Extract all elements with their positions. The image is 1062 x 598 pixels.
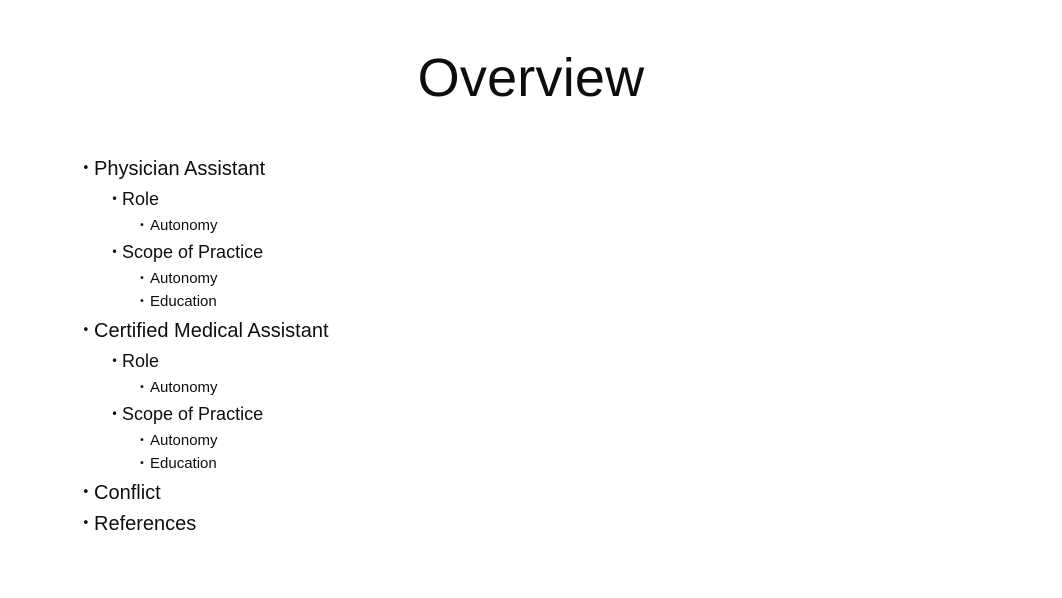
list-item-label: Conflict — [94, 482, 161, 504]
list-item-label: Autonomy — [150, 270, 218, 287]
list-item[interactable]: • References — [74, 511, 934, 542]
list-item-label: Scope of Practice — [122, 242, 264, 262]
page-title: Overview — [417, 48, 645, 108]
bullet-icon: • — [111, 407, 119, 421]
bullet-icon: • — [82, 516, 90, 531]
list-item[interactable]: • Role — [74, 349, 934, 377]
list-item-label: Autonomy — [150, 379, 218, 396]
list-item[interactable]: • Autonomy — [74, 378, 934, 401]
list-item[interactable]: • Scope of Practice — [74, 240, 934, 268]
bullet-icon: • — [139, 273, 145, 284]
list-item-label: Education — [150, 293, 217, 310]
bullet-icon: • — [82, 485, 90, 500]
list-item[interactable]: • Role — [74, 187, 934, 215]
bullet-icon: • — [139, 435, 145, 446]
bullet-icon: • — [111, 192, 119, 206]
bullet-icon: • — [82, 323, 90, 338]
bullet-icon: • — [82, 161, 90, 176]
list-item[interactable]: • Education — [74, 454, 934, 477]
list-item-label: Physician Assistant — [94, 158, 266, 180]
list-item-label: References — [94, 513, 197, 535]
list-item[interactable]: • Scope of Practice — [74, 402, 934, 430]
list-item[interactable]: • Physician Assistant — [74, 156, 934, 187]
outline-list: • Physician Assistant • Role • Autonomy … — [74, 156, 934, 542]
bullet-icon: • — [111, 245, 119, 259]
bullet-icon: • — [139, 220, 145, 231]
bullet-icon: • — [111, 354, 119, 368]
list-item-label: Autonomy — [150, 432, 218, 449]
list-item[interactable]: • Autonomy — [74, 269, 934, 292]
list-item-label: Education — [150, 455, 217, 472]
list-item[interactable]: • Certified Medical Assistant — [74, 318, 934, 349]
list-item-label: Certified Medical Assistant — [94, 320, 329, 342]
list-item[interactable]: • Conflict — [74, 480, 934, 511]
bullet-icon: • — [139, 382, 145, 393]
list-item-label: Scope of Practice — [122, 404, 264, 424]
presentation-slide: Overview • Physician Assistant • Role • … — [0, 0, 1062, 598]
list-item[interactable]: • Autonomy — [74, 216, 934, 239]
list-item-label: Autonomy — [150, 217, 218, 234]
list-item-label: Role — [122, 189, 160, 209]
list-item-label: Role — [122, 351, 160, 371]
bullet-icon: • — [139, 296, 145, 307]
bullet-icon: • — [139, 458, 145, 469]
list-item[interactable]: • Education — [74, 292, 934, 315]
list-item[interactable]: • Autonomy — [74, 431, 934, 454]
